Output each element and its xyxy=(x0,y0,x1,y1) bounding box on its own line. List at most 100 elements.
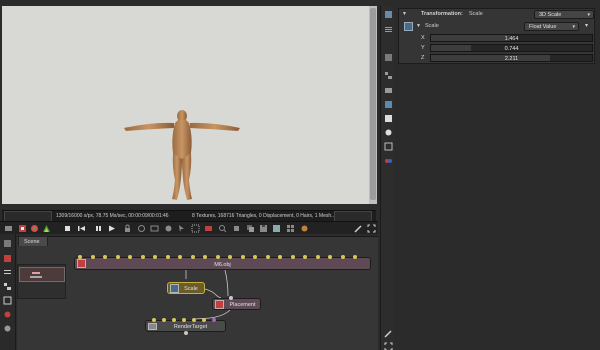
mesh-input-pin[interactable] xyxy=(178,255,182,259)
mesh-input-pin[interactable] xyxy=(78,255,82,259)
scale-z-slider[interactable]: 2.211 xyxy=(430,54,593,62)
wrench-icon[interactable] xyxy=(354,224,363,233)
pin-collapse-arrow-icon[interactable]: ▼ xyxy=(416,23,421,29)
outliner-icon[interactable] xyxy=(384,25,393,34)
render-samples-text: 1309/16000 s/px, 78.75 Ms/sec, 00:00:09/… xyxy=(56,213,169,219)
mesh-input-pin[interactable] xyxy=(115,255,120,259)
rt-output-pin[interactable] xyxy=(184,331,188,335)
graph-image-icon[interactable] xyxy=(3,296,12,305)
tree-icon[interactable] xyxy=(384,71,393,80)
environment-icon[interactable] xyxy=(384,100,393,109)
graph-render-icon[interactable] xyxy=(3,254,12,263)
postprocess-icon[interactable] xyxy=(384,128,393,137)
rt-pin-4[interactable] xyxy=(182,318,186,322)
play-icon[interactable] xyxy=(107,224,116,233)
white-balance-icon[interactable] xyxy=(150,224,159,233)
clay-mode-icon[interactable] xyxy=(18,224,27,233)
scale-y-slider[interactable]: 0.744 xyxy=(430,44,593,52)
graph-node-icon[interactable] xyxy=(3,239,12,248)
mesh-input-pin[interactable] xyxy=(278,255,282,259)
mesh-input-pin[interactable] xyxy=(228,255,232,259)
rt-pin-3[interactable] xyxy=(172,318,176,322)
rt-pin-1[interactable] xyxy=(152,318,156,322)
viewport-toolbar xyxy=(0,221,378,234)
pan-icon[interactable] xyxy=(232,224,241,233)
scale-node[interactable]: Scale xyxy=(167,282,205,294)
mesh-input-pin[interactable] xyxy=(190,255,195,259)
graph-tree-icon[interactable] xyxy=(3,282,12,291)
zoom-icon[interactable] xyxy=(218,224,227,233)
render-layer-icon[interactable] xyxy=(384,156,393,165)
material-picker-icon[interactable] xyxy=(164,224,173,233)
rt-pin-5[interactable] xyxy=(192,318,196,322)
axis-y-label: Y xyxy=(421,45,425,51)
color-mode-icon[interactable] xyxy=(42,224,51,233)
kernel-icon[interactable] xyxy=(384,142,393,151)
mesh-input-pin[interactable] xyxy=(315,255,320,259)
rt-pin-2[interactable] xyxy=(162,318,166,322)
scale-x-value[interactable]: 1.464 xyxy=(431,36,592,42)
mesh-input-pin[interactable] xyxy=(240,255,245,259)
scale-x-slider[interactable]: 1.464 xyxy=(430,34,593,42)
graph-list-icon[interactable] xyxy=(3,268,12,277)
node-inspector-icon[interactable] xyxy=(384,10,393,19)
object-picker-icon[interactable] xyxy=(177,224,186,233)
mesh-input-pins xyxy=(78,255,368,259)
mesh-input-pin[interactable] xyxy=(340,255,345,259)
mesh-input-pin[interactable] xyxy=(265,255,270,259)
rt-pin-6[interactable] xyxy=(202,318,206,322)
scale-node-title: Scale xyxy=(184,286,198,292)
pin-type-icon xyxy=(404,22,413,31)
rt-pin-7[interactable] xyxy=(212,318,216,322)
mesh-input-pin[interactable] xyxy=(165,255,170,259)
reset-icon[interactable]: ▾ xyxy=(585,22,588,29)
save-icon[interactable] xyxy=(259,224,268,233)
scale-mode-dropdown[interactable]: 3D Scale ▾ xyxy=(534,10,594,19)
wrench-settings-icon[interactable] xyxy=(384,329,393,338)
placement-node[interactable]: Placement xyxy=(212,298,261,310)
camera-settings-icon[interactable] xyxy=(384,86,393,95)
tab-scene[interactable]: Scene xyxy=(18,236,48,246)
stop-icon[interactable] xyxy=(63,224,72,233)
pause-icon[interactable] xyxy=(94,224,103,233)
mesh-input-pin[interactable] xyxy=(90,255,95,259)
scale-z-value[interactable]: 2.211 xyxy=(431,56,592,62)
value-type-dropdown[interactable]: Float Value ▾ xyxy=(524,22,579,31)
camera-icon[interactable] xyxy=(4,224,13,233)
scene-minimap[interactable] xyxy=(17,264,66,299)
mesh-input-pin[interactable] xyxy=(353,255,357,259)
render-region-icon[interactable] xyxy=(191,224,200,233)
mesh-input-pin[interactable] xyxy=(153,255,157,259)
transform-header-title: Transformation: xyxy=(421,11,463,17)
mesh-input-pin[interactable] xyxy=(140,255,145,259)
grid-icon[interactable] xyxy=(286,224,295,233)
render-viewport[interactable] xyxy=(2,6,376,204)
imager-icon[interactable] xyxy=(384,114,393,123)
mesh-input-pin[interactable] xyxy=(203,255,207,259)
mesh-input-pin[interactable] xyxy=(128,255,132,259)
viewport-scrollbar[interactable] xyxy=(369,6,377,204)
lock-icon[interactable] xyxy=(123,224,132,233)
mesh-input-pin[interactable] xyxy=(103,255,107,259)
scale-y-value[interactable]: 0.744 xyxy=(431,46,592,52)
mesh-input-pin[interactable] xyxy=(215,255,220,259)
image-icon[interactable] xyxy=(384,53,393,62)
graph-settings-icon[interactable] xyxy=(3,324,12,333)
fullscreen-icon[interactable] xyxy=(367,224,376,233)
expand-icon[interactable] xyxy=(384,342,393,350)
mesh-input-pin[interactable] xyxy=(303,255,307,259)
subsample-icon[interactable] xyxy=(30,224,39,233)
settings-icon[interactable] xyxy=(300,224,309,233)
axis-x-label: X xyxy=(421,35,425,41)
copy-icon[interactable] xyxy=(246,224,255,233)
film-region-icon[interactable] xyxy=(204,224,213,233)
transform-header-value: Scale xyxy=(469,11,483,17)
mesh-input-pin[interactable] xyxy=(328,255,332,259)
rewind-icon[interactable] xyxy=(77,224,86,233)
export-icon[interactable] xyxy=(272,224,281,233)
mesh-input-pin[interactable] xyxy=(253,255,257,259)
mesh-input-pin[interactable] xyxy=(290,255,295,259)
graph-material-icon[interactable] xyxy=(3,310,12,319)
focus-picker-icon[interactable] xyxy=(137,224,146,233)
collapse-arrow-icon[interactable]: ▼ xyxy=(402,11,407,17)
